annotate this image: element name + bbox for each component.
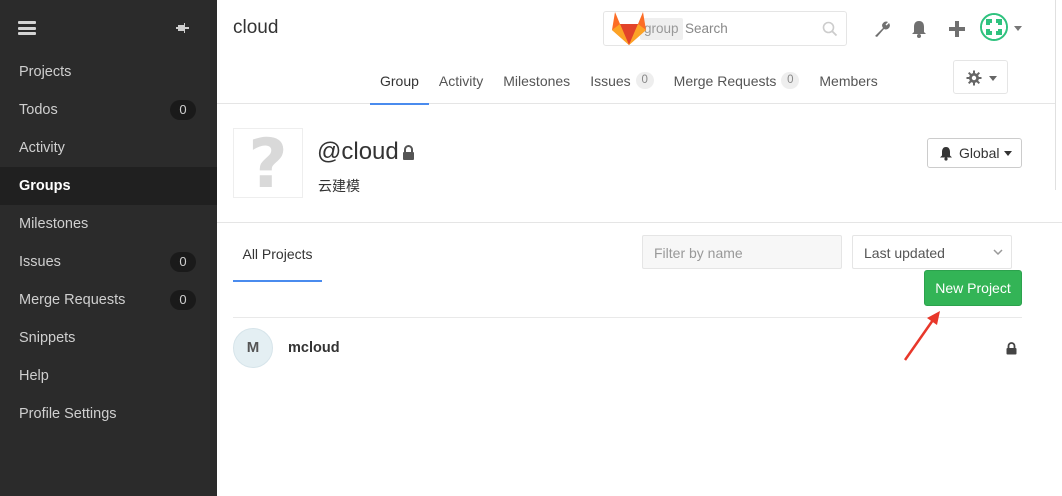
issues-tab-count: 0 <box>635 72 654 89</box>
tab-group[interactable]: Group <box>370 57 429 105</box>
scrollbar[interactable] <box>1055 0 1062 190</box>
sidebar-item-issues[interactable]: Issues 0 <box>0 243 217 281</box>
sidebar-item-milestones[interactable]: Milestones <box>0 205 217 243</box>
sidebar-item-activity[interactable]: Activity <box>0 129 217 167</box>
plus-icon[interactable] <box>947 19 967 39</box>
group-tabs: Group Activity Milestones Issues 0 Merge … <box>370 57 888 105</box>
sidebar-item-projects[interactable]: Projects <box>0 53 217 91</box>
gear-icon <box>966 70 982 86</box>
sidebar-item-merge-requests[interactable]: Merge Requests 0 <box>0 281 217 319</box>
settings-chevron-down-icon <box>989 76 997 81</box>
gitlab-logo-icon[interactable] <box>610 10 648 46</box>
section-divider <box>217 222 1062 223</box>
pin-icon[interactable] <box>175 20 191 36</box>
tab-activity[interactable]: Activity <box>429 57 493 104</box>
user-avatar-icon[interactable] <box>980 13 1008 41</box>
notifications-bell-icon[interactable] <box>909 19 929 39</box>
sidebar-item-snippets[interactable]: Snippets <box>0 319 217 357</box>
lock-icon <box>403 145 414 160</box>
project-avatar[interactable]: M <box>233 328 273 368</box>
group-description: 云建模 <box>318 178 360 194</box>
search-icon <box>822 21 838 37</box>
group-name: @cloud <box>317 138 399 165</box>
sort-select[interactable]: Last updated <box>852 235 1012 269</box>
private-lock-icon <box>1006 342 1017 355</box>
tab-milestones[interactable]: Milestones <box>493 57 580 104</box>
notification-level-button[interactable]: Global <box>927 138 1022 168</box>
tab-merge-requests[interactable]: Merge Requests 0 <box>664 57 810 104</box>
notification-level-label: Global <box>959 145 1000 161</box>
project-name-link[interactable]: mcloud <box>288 340 340 356</box>
sidebar-item-todos[interactable]: Todos 0 <box>0 91 217 129</box>
sidebar-header <box>0 0 217 57</box>
sort-select-value: Last updated <box>864 245 945 261</box>
group-avatar: ? <box>233 128 303 201</box>
notification-chevron-down-icon <box>1004 151 1012 156</box>
group-settings-button[interactable] <box>953 60 1008 94</box>
admin-wrench-icon[interactable] <box>872 19 892 39</box>
sidebar-item-profile-settings[interactable]: Profile Settings <box>0 395 217 433</box>
user-menu-chevron-down-icon[interactable] <box>1014 26 1022 31</box>
todos-count-badge: 0 <box>170 100 196 120</box>
tab-issues[interactable]: Issues 0 <box>580 57 663 104</box>
search-placeholder: Search <box>685 21 728 36</box>
sidebar: Projects Todos 0 Activity Groups Mileston… <box>0 0 217 496</box>
hamburger-menu-icon[interactable] <box>18 21 36 35</box>
filter-by-name-input[interactable]: Filter by name <box>642 235 842 269</box>
new-project-button[interactable]: New Project <box>924 270 1022 306</box>
chevron-down-icon <box>993 249 1003 256</box>
annotation-arrow-icon <box>903 311 940 361</box>
sidebar-item-help[interactable]: Help <box>0 357 217 395</box>
tab-members[interactable]: Members <box>809 57 887 104</box>
tab-all-projects[interactable]: All Projects <box>233 236 322 282</box>
top-header: cloud group Search Group Activity Milest… <box>217 0 1062 105</box>
merge-requests-tab-count: 0 <box>781 72 800 89</box>
page-title: cloud <box>233 17 279 38</box>
issues-count-badge: 0 <box>170 252 196 272</box>
sidebar-item-groups[interactable]: Groups <box>0 167 217 205</box>
bell-icon <box>940 147 952 161</box>
merge-requests-count-badge: 0 <box>170 290 196 310</box>
